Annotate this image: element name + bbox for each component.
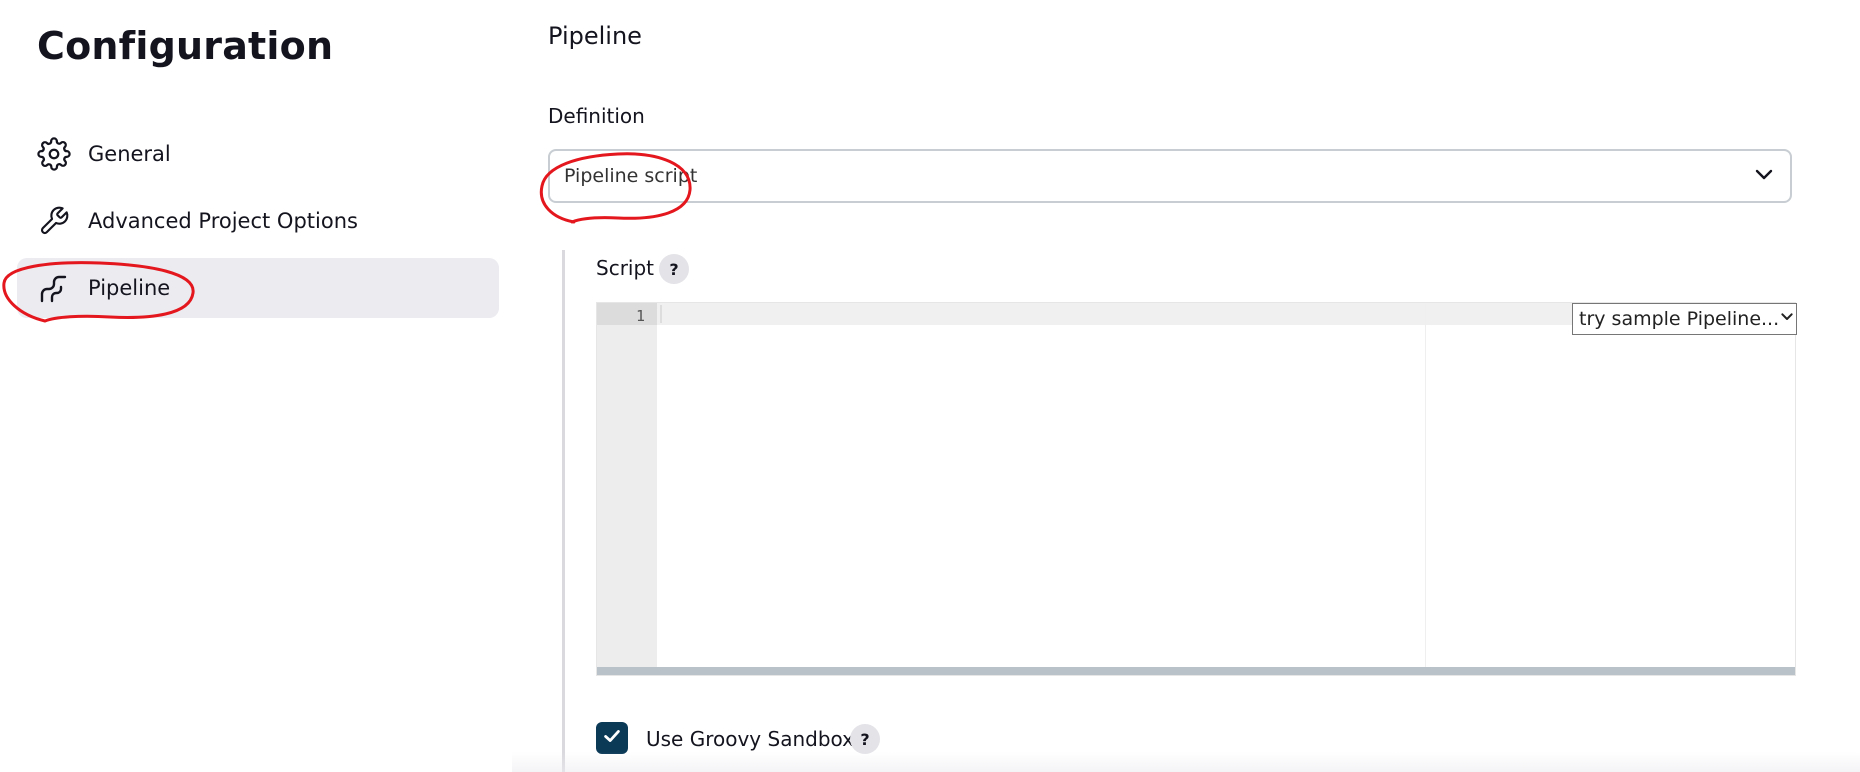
definition-selected-value: Pipeline script (564, 165, 698, 187)
gutter-active-line (597, 303, 657, 325)
jenkins-config-page: Configuration General Advanced Project O… (0, 0, 1860, 772)
editor-gutter: 1 (597, 303, 657, 669)
pipeline-icon (36, 270, 72, 306)
sandbox-help-button[interactable]: ? (850, 724, 880, 754)
editor-print-margin (1425, 303, 1426, 669)
sidebar-item-label: Pipeline (88, 276, 171, 300)
chevron-down-icon (1752, 162, 1776, 190)
script-label: Script (596, 256, 655, 280)
sidebar-item-label: General (88, 142, 171, 166)
definition-label: Definition (548, 104, 645, 128)
checkmark-icon (601, 725, 623, 751)
section-title: Pipeline (548, 22, 642, 50)
page-title: Configuration (37, 24, 334, 68)
editor-cursor (660, 305, 662, 323)
nested-section-border (562, 250, 565, 772)
groovy-sandbox-label: Use Groovy Sandbox (646, 727, 854, 751)
sidebar-item-general[interactable]: General (17, 124, 499, 184)
definition-select[interactable]: Pipeline script (548, 149, 1792, 203)
groovy-sandbox-checkbox[interactable] (596, 722, 628, 754)
sample-pipeline-selected: try sample Pipeline... (1579, 308, 1780, 330)
sidebar: Configuration General Advanced Project O… (0, 0, 520, 772)
gear-icon (36, 136, 72, 172)
line-number: 1 (635, 307, 645, 325)
script-editor[interactable]: 1 (596, 302, 1796, 676)
wrench-icon (36, 203, 72, 239)
sidebar-item-pipeline[interactable]: Pipeline (17, 258, 499, 318)
sidebar-item-label: Advanced Project Options (88, 209, 358, 233)
script-help-button[interactable]: ? (659, 254, 689, 284)
sample-pipeline-select[interactable]: try sample Pipeline... (1572, 303, 1797, 335)
sidebar-item-advanced-project-options[interactable]: Advanced Project Options (17, 191, 499, 251)
main-content: Pipeline Definition Pipeline script Scri… (548, 0, 1860, 772)
chevron-down-icon (1779, 309, 1795, 329)
editor-resize-bar[interactable] (597, 667, 1795, 675)
